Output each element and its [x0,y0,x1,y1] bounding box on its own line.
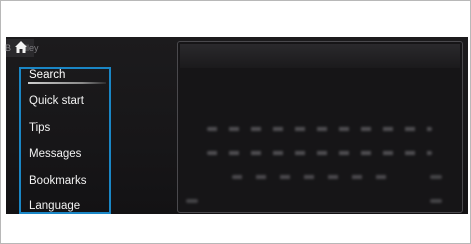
content-panel-header [180,44,460,68]
home-caption-left: B [5,43,12,53]
menu-item-language[interactable]: Language [29,200,80,212]
home-icon[interactable] [14,40,28,54]
blurred-content [207,151,432,155]
menu-item-bookmarks[interactable]: Bookmarks [29,175,87,187]
blurred-content [430,175,442,179]
help-menu [19,67,111,214]
blurred-content [186,199,198,203]
blurred-content [430,199,442,203]
menu-item-messages[interactable]: Messages [29,148,81,160]
selection-underline [28,82,106,84]
menu-item-quick-start[interactable]: Quick start [29,95,84,107]
blurred-content [232,175,387,179]
menu-item-tips[interactable]: Tips [29,122,50,134]
menu-item-search[interactable]: Search [29,69,65,81]
blurred-content [207,127,432,131]
